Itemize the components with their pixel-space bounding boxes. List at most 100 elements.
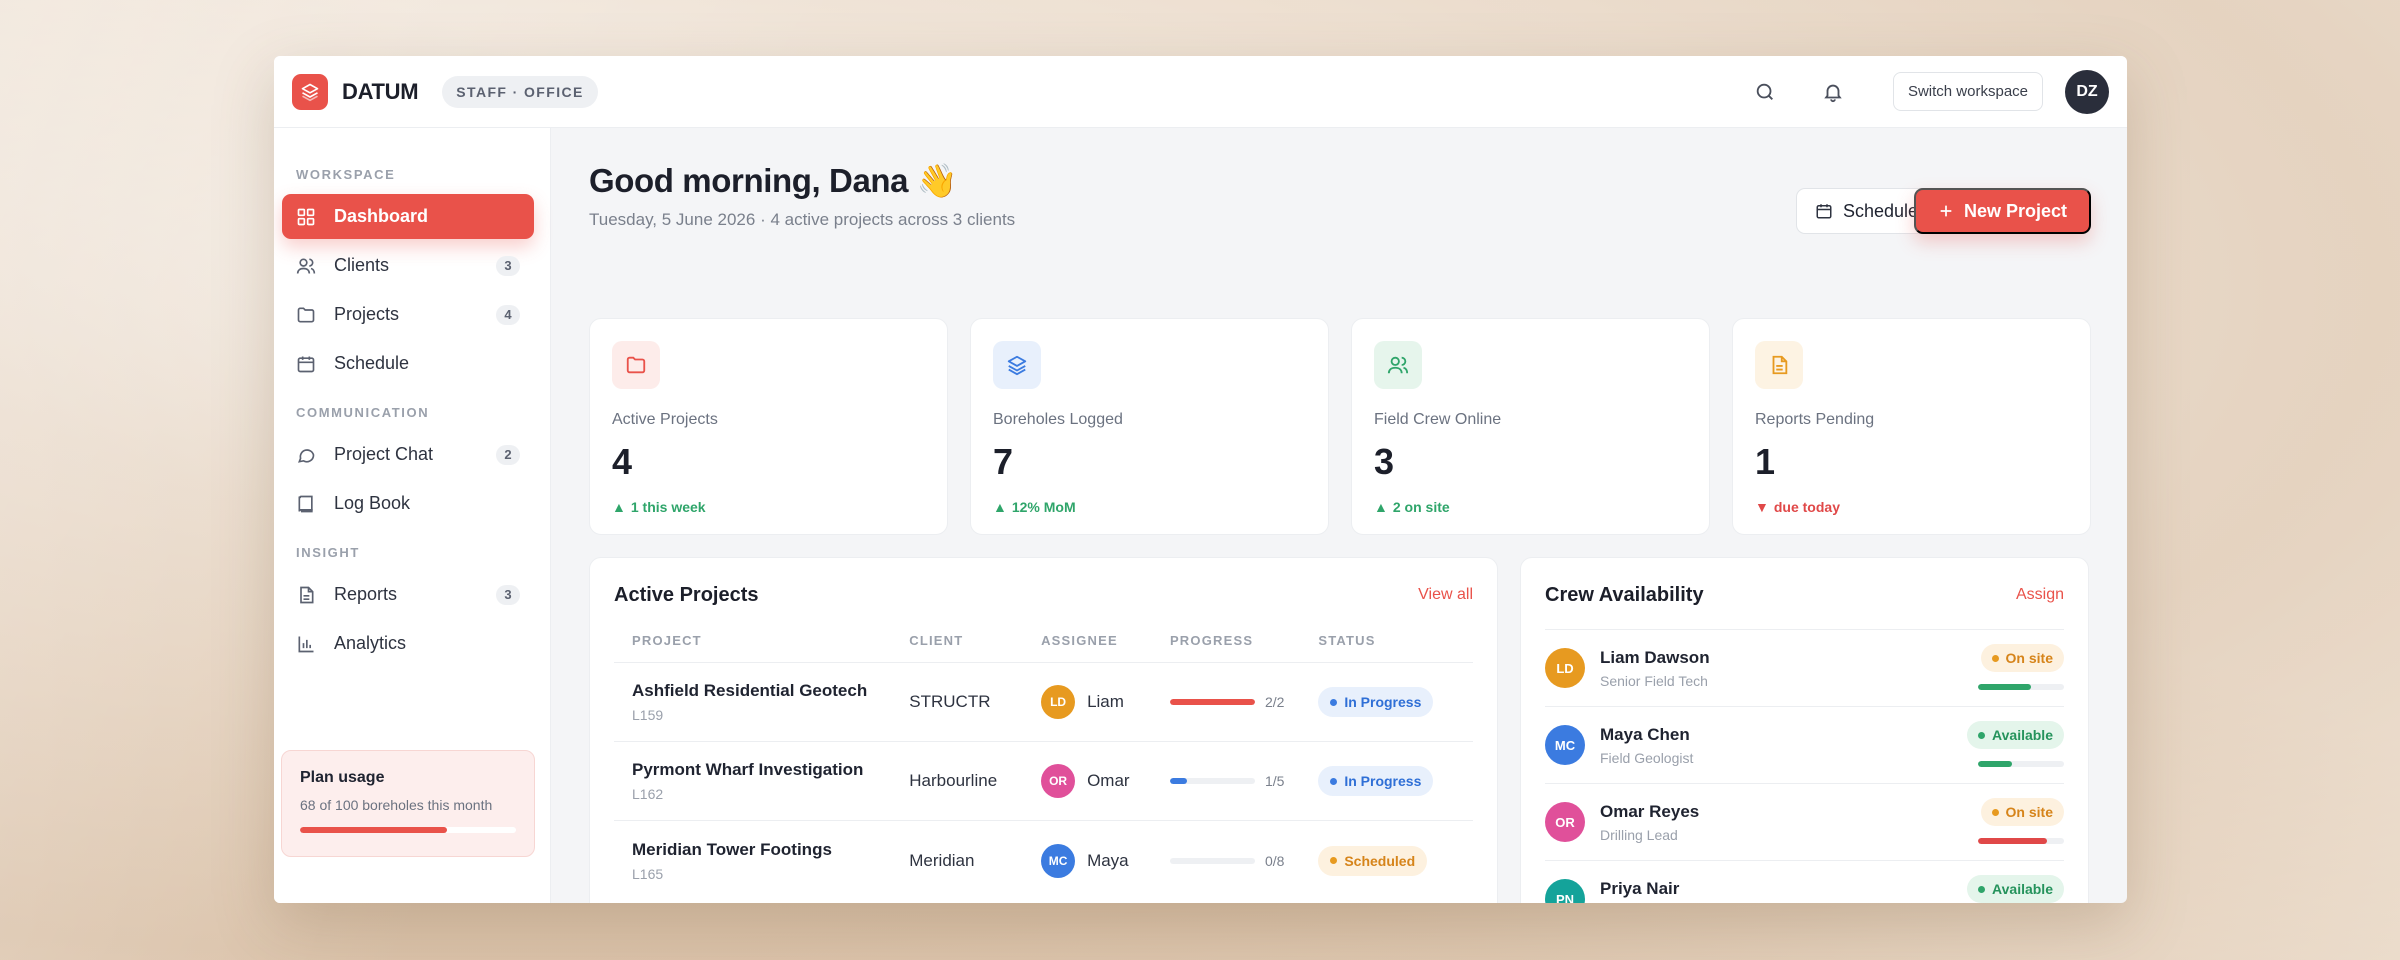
sidebar-item-label: Log Book xyxy=(334,493,411,513)
sidebar-item-analytics[interactable]: Analytics xyxy=(282,621,534,666)
logo-layers-icon[interactable] xyxy=(292,73,328,110)
status-badge: Available xyxy=(1967,875,2064,903)
active-projects-panel: Active Projects View all PROJECT CLIENT … xyxy=(589,557,1498,903)
stat-card-field-crew-online[interactable]: Field Crew Online 3 ▲ 2 on site xyxy=(1351,318,1710,535)
client-name: STRUCTR xyxy=(909,692,991,711)
document-icon xyxy=(296,584,318,606)
bar-chart-icon xyxy=(296,633,318,655)
table-header: PROJECT CLIENT ASSIGNEE PROGRESS STATUS xyxy=(614,633,1473,663)
project-code: L165 xyxy=(632,865,664,882)
status-dot xyxy=(1330,777,1338,785)
status-dot xyxy=(1978,731,1986,739)
users-icon xyxy=(1374,341,1422,389)
avatar: MC xyxy=(1545,725,1585,765)
crew-info: Omar Reyes Drilling Lead xyxy=(1600,802,1699,843)
crew-member-row[interactable]: MC Maya Chen Field Geologist Available xyxy=(1545,706,2064,783)
crew-role: Drilling Lead xyxy=(1600,826,1678,843)
page-subtitle: Tuesday, 5 June 2026 · 4 active projects… xyxy=(589,210,1016,229)
main-content: Good morning, Dana 👋 Tuesday, 5 June 202… xyxy=(551,128,2127,903)
status-text: In Progress xyxy=(1344,694,1422,710)
new-project-button[interactable]: New Project xyxy=(1913,188,2091,234)
sidebar-item-label: Projects xyxy=(334,304,400,324)
sidebar-item-label: Schedule xyxy=(334,353,410,373)
project-name[interactable]: Ashfield Residential Geotech xyxy=(632,681,909,701)
user-avatar[interactable]: DZ xyxy=(2065,69,2109,114)
column-header-client[interactable]: CLIENT xyxy=(909,633,1041,662)
status-text: On site xyxy=(2005,804,2053,820)
progress-cell: 1/5 xyxy=(1169,773,1318,789)
status-badge: On site xyxy=(1980,644,2064,672)
table-row[interactable]: Meridian Tower Footings L165 Meridian MC… xyxy=(614,821,1473,900)
status-dot xyxy=(1330,698,1338,706)
sidebar-section-label: INSIGHT xyxy=(296,544,360,560)
status-text: Available xyxy=(1992,881,2053,897)
stat-card-reports-pending[interactable]: Reports Pending 1 ▼ due today xyxy=(1732,318,2091,535)
workload-bar xyxy=(1978,684,2064,690)
table-body: Ashfield Residential Geotech L159 STRUCT… xyxy=(614,663,1473,900)
trend-up-icon: ▲ xyxy=(993,499,1007,515)
crew-status: Available xyxy=(1967,875,2064,903)
sidebar-item-label: Reports xyxy=(334,584,398,604)
bell-icon[interactable] xyxy=(1815,74,1851,110)
status-dot xyxy=(1330,857,1338,864)
grid-icon xyxy=(296,206,318,228)
table-row[interactable]: Pyrmont Wharf Investigation L162 Harbour… xyxy=(614,742,1473,821)
stat-label: Active Projects xyxy=(612,411,718,428)
project-name[interactable]: Meridian Tower Footings xyxy=(632,840,909,860)
sidebar-item-schedule[interactable]: Schedule xyxy=(282,341,534,386)
sidebar-item-clients[interactable]: Clients 3 xyxy=(282,243,534,288)
crew-member-row[interactable]: OR Omar Reyes Drilling Lead On site xyxy=(1545,783,2064,860)
column-header-assignee[interactable]: ASSIGNEE xyxy=(1041,633,1170,662)
avatar: LD xyxy=(1545,648,1585,688)
sidebar-item-dashboard[interactable]: Dashboard xyxy=(282,194,534,239)
column-header-progress[interactable]: PROGRESS xyxy=(1170,633,1318,662)
crew-name: Priya Nair xyxy=(1600,878,1680,898)
crew-list: LD Liam Dawson Senior Field Tech On site… xyxy=(1545,629,2064,903)
sidebar-item-log-book[interactable]: Log Book xyxy=(282,481,534,526)
stat-card-active-projects[interactable]: Active Projects 4 ▲ 1 this week xyxy=(589,318,948,535)
progress-cell: 0/8 xyxy=(1169,853,1318,869)
status-text: On site xyxy=(2005,650,2053,666)
assignee-name: Omar xyxy=(1087,771,1130,790)
plan-usage-subtitle: 68 of 100 boreholes this month xyxy=(300,797,493,813)
app-window: DATUM STAFF · OFFICE Switch workspace DZ… xyxy=(274,56,2127,903)
status-text: Available xyxy=(1992,727,2053,743)
schedule-button-label: Schedule xyxy=(1842,200,1918,221)
assign-link[interactable]: Assign xyxy=(2016,586,2064,604)
column-header-project[interactable]: PROJECT xyxy=(632,633,909,662)
crew-name: Liam Dawson xyxy=(1600,647,1710,667)
sidebar-item-label: Clients xyxy=(334,255,390,275)
environment-badge: STAFF · OFFICE xyxy=(442,75,598,108)
status-badge: On site xyxy=(1980,798,2064,826)
trend-down-icon: ▼ xyxy=(1755,499,1769,515)
search-icon[interactable] xyxy=(1747,74,1783,110)
stat-delta-text: 1 this week xyxy=(630,499,706,515)
switch-workspace-button[interactable]: Switch workspace xyxy=(1892,72,2043,111)
crew-member-row[interactable]: PN Priya Nair Field Technician Available xyxy=(1545,860,2064,903)
stat-value: 4 xyxy=(612,441,633,482)
brand-name: DATUM xyxy=(342,78,419,104)
view-all-link[interactable]: View all xyxy=(1418,586,1473,604)
folder-icon xyxy=(296,304,318,326)
crew-member-row[interactable]: LD Liam Dawson Senior Field Tech On site xyxy=(1545,629,2064,706)
users-icon xyxy=(296,255,318,277)
project-code: L159 xyxy=(632,707,664,723)
stat-card-boreholes-logged[interactable]: Boreholes Logged 7 ▲ 12% MoM xyxy=(970,318,1329,535)
new-project-button-label: New Project xyxy=(1963,200,2067,221)
project-name[interactable]: Pyrmont Wharf Investigation xyxy=(632,760,909,780)
sidebar-item-project-chat[interactable]: Project Chat 2 xyxy=(282,432,534,477)
calendar-icon xyxy=(296,353,318,375)
status-badge: Scheduled xyxy=(1318,845,1428,876)
status-text: In Progress xyxy=(1344,773,1422,789)
stat-delta-text: 2 on site xyxy=(1392,499,1450,515)
stat-value: 7 xyxy=(993,441,1014,482)
column-header-status[interactable]: STATUS xyxy=(1318,633,1455,662)
crew-info: Maya Chen Field Geologist xyxy=(1600,725,1693,766)
status-badge: Available xyxy=(1967,721,2064,749)
sidebar-item-projects[interactable]: Projects 4 xyxy=(282,292,534,337)
sidebar-item-reports[interactable]: Reports 3 xyxy=(282,572,534,617)
table-row[interactable]: Ashfield Residential Geotech L159 STRUCT… xyxy=(614,663,1473,742)
panel-title: Active Projects xyxy=(614,584,759,606)
stat-delta: ▼ due today xyxy=(1755,499,2068,515)
project-cell: Pyrmont Wharf Investigation L162 xyxy=(632,760,909,802)
